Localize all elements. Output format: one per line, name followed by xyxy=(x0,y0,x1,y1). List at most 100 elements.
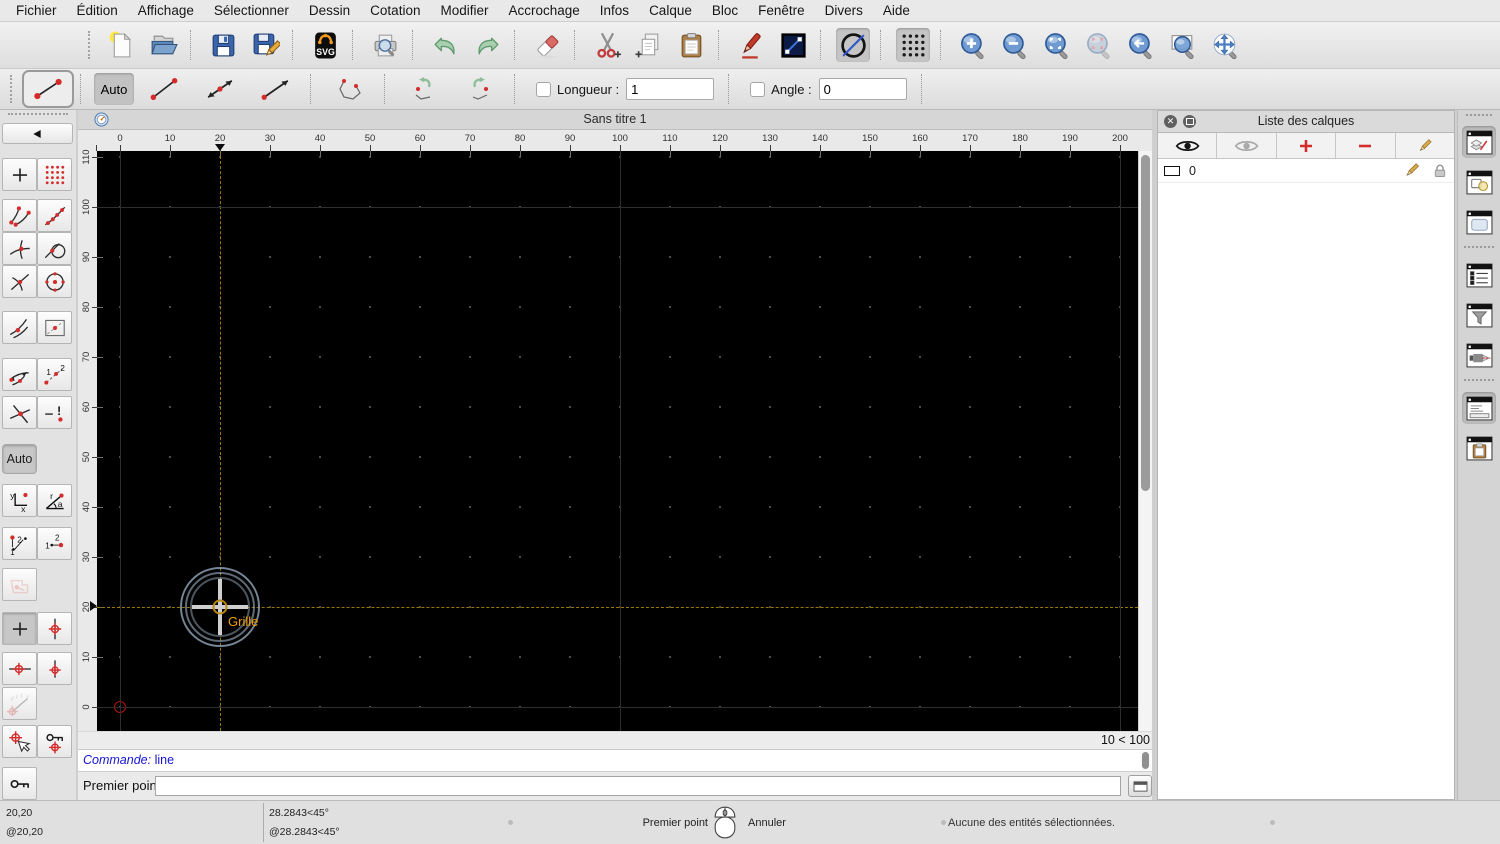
remove-layer-icon[interactable] xyxy=(1336,133,1396,158)
snap-intersection-x-icon[interactable] xyxy=(2,396,37,429)
zoom-redraw-icon[interactable] xyxy=(1082,28,1116,62)
zoom-in-icon[interactable] xyxy=(956,28,990,62)
angle-gauge-icon[interactable] xyxy=(2,687,37,720)
toolbar-handle[interactable] xyxy=(88,31,94,59)
dock-entity-list-icon[interactable] xyxy=(1462,259,1496,291)
menu-item-cotation[interactable]: Cotation xyxy=(360,0,430,22)
polyline-button[interactable] xyxy=(324,73,376,105)
drawing-canvas[interactable]: Grille xyxy=(97,151,1138,731)
undo-sequence-icon[interactable] xyxy=(398,73,450,105)
save-as-icon[interactable] xyxy=(248,28,282,62)
dock-command-line-icon[interactable] xyxy=(1462,392,1496,424)
new-document-icon[interactable] xyxy=(104,28,138,62)
length-checkbox[interactable] xyxy=(536,81,551,97)
dock-layer-list-icon[interactable] xyxy=(1462,126,1496,158)
draft-mode-icon[interactable] xyxy=(836,28,870,62)
save-icon[interactable] xyxy=(206,28,240,62)
menu-item-accrochage[interactable]: Accrochage xyxy=(498,0,589,22)
zoom-out-icon[interactable] xyxy=(998,28,1032,62)
menu-item-infos[interactable]: Infos xyxy=(590,0,639,22)
command-input[interactable] xyxy=(155,776,1121,796)
menu-item-modifier[interactable]: Modifier xyxy=(430,0,498,22)
snap-distance-icon[interactable] xyxy=(2,311,37,344)
zoom-previous-icon[interactable] xyxy=(1124,28,1158,62)
toolbar-handle[interactable] xyxy=(10,75,16,103)
redo-icon[interactable] xyxy=(470,28,504,62)
menu-item-selectionner[interactable]: Sélectionner xyxy=(204,0,299,22)
restrict-horizontal-icon[interactable] xyxy=(2,652,37,685)
restrict-orthogonal-icon[interactable] xyxy=(37,311,72,344)
snap-tangent-icon[interactable] xyxy=(37,232,72,265)
command-history-scrollbar[interactable] xyxy=(1140,751,1151,771)
export-svg-icon[interactable]: SVG xyxy=(308,28,342,62)
line-tool-icon[interactable] xyxy=(776,28,810,62)
toolbar-handle[interactable] xyxy=(8,113,68,118)
vertical-scrollbar[interactable] xyxy=(1138,151,1152,731)
dock-block-list-icon[interactable] xyxy=(1462,166,1496,198)
menu-item-bloc[interactable]: Bloc xyxy=(702,0,748,22)
line-two-points-icon[interactable] xyxy=(138,73,190,105)
back-arrow-button[interactable] xyxy=(2,123,73,144)
length-input[interactable] xyxy=(626,78,715,100)
select-order-1-icon[interactable]: 21 xyxy=(2,527,37,560)
menu-item-calque[interactable]: Calque xyxy=(639,0,702,22)
unlock-relative-zero-icon[interactable] xyxy=(2,767,37,800)
command-window-button[interactable] xyxy=(1128,775,1152,797)
angle-checkbox[interactable] xyxy=(750,81,766,97)
show-all-layers-icon[interactable] xyxy=(1158,133,1218,158)
menu-item-divers[interactable]: Divers xyxy=(815,0,873,22)
add-layer-icon[interactable] xyxy=(1277,133,1337,158)
dock-selection-filter-icon[interactable] xyxy=(1462,299,1496,331)
redo-sequence-icon[interactable] xyxy=(454,73,506,105)
edit-layer-icon[interactable] xyxy=(1396,133,1454,158)
toolbar-handle[interactable] xyxy=(1466,114,1492,119)
print-preview-icon[interactable] xyxy=(368,28,402,62)
zoom-window-icon[interactable] xyxy=(1166,28,1200,62)
restrict-vertical-small-icon[interactable] xyxy=(37,652,72,685)
dock-clipboard-icon[interactable] xyxy=(1462,432,1496,464)
undo-icon[interactable] xyxy=(428,28,462,62)
scrollbar-thumb[interactable] xyxy=(1142,752,1149,769)
snap-intersection-manual-icon[interactable]: ! xyxy=(37,396,72,429)
snap-intersection-icon[interactable] xyxy=(2,232,37,265)
float-panel-button[interactable] xyxy=(1183,115,1196,128)
close-panel-button[interactable]: ✕ xyxy=(1164,115,1177,128)
menu-item-edition[interactable]: Édition xyxy=(67,0,128,22)
snap-middle-icon[interactable] xyxy=(2,265,37,298)
layer-edit-pencil-icon[interactable] xyxy=(1403,162,1420,179)
dock-library-browser-icon[interactable] xyxy=(1462,206,1496,238)
eraser-icon[interactable] xyxy=(530,28,564,62)
restrict-vertical-icon[interactable] xyxy=(37,612,72,645)
cut-icon[interactable] xyxy=(590,28,624,62)
snap-on-entity-icon[interactable] xyxy=(37,199,72,232)
snap-free-icon[interactable] xyxy=(2,158,37,191)
line-ray-icon[interactable] xyxy=(250,73,302,105)
copy-icon[interactable] xyxy=(632,28,666,62)
menu-item-dessin[interactable]: Dessin xyxy=(299,0,360,22)
coordinate-cartesian-icon[interactable]: yx xyxy=(2,484,37,517)
layer-row[interactable]: 0 xyxy=(1158,159,1454,183)
auto-line-mode-button[interactable]: Auto xyxy=(94,73,134,105)
snap-endpoint-icon[interactable] xyxy=(2,199,37,232)
line-segments-icon[interactable] xyxy=(194,73,246,105)
zoom-pan-icon[interactable] xyxy=(1208,28,1242,62)
menu-item-fenetre[interactable]: Fenêtre xyxy=(748,0,815,22)
auto-snap-button[interactable]: Auto xyxy=(2,444,37,474)
pen-attributes-icon[interactable] xyxy=(734,28,768,62)
dock-pen-palette-icon[interactable] xyxy=(1462,339,1496,371)
restrict-nothing-icon[interactable] xyxy=(2,612,37,645)
scrollbar-thumb[interactable] xyxy=(1141,155,1150,491)
snap-grid-icon[interactable] xyxy=(37,158,72,191)
coordinate-polar-icon[interactable]: ra xyxy=(37,484,72,517)
lock-relative-zero-icon[interactable] xyxy=(37,725,72,758)
relative-zero-shape-icon[interactable] xyxy=(2,568,37,601)
menu-item-aide[interactable]: Aide xyxy=(873,0,920,22)
layer-lock-icon[interactable] xyxy=(1434,164,1446,178)
snap-center-icon[interactable] xyxy=(37,265,72,298)
angle-input[interactable] xyxy=(818,78,907,100)
snap-distance-manual-icon[interactable]: 12 xyxy=(37,358,72,391)
grid-toggle-icon[interactable] xyxy=(896,28,930,62)
select-order-2-icon[interactable]: 12 xyxy=(37,527,72,560)
snap-angle-icon[interactable] xyxy=(2,358,37,391)
zoom-auto-icon[interactable] xyxy=(1040,28,1074,62)
